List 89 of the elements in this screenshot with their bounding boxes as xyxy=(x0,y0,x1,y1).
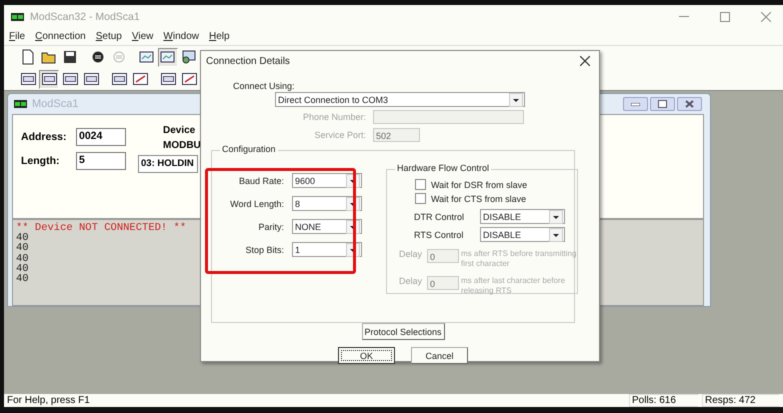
point-type-dropdown[interactable]: 03: HOLDIN xyxy=(138,155,198,173)
menu-item[interactable]: Connection xyxy=(30,28,91,45)
minimize-icon xyxy=(678,16,688,17)
polls-count: Polls: 616 xyxy=(629,394,699,407)
control-dropdown[interactable]: DISABLE xyxy=(480,209,565,224)
save-icon xyxy=(63,50,77,64)
maximize-button[interactable] xyxy=(650,97,675,111)
protocol-selections-button[interactable]: Protocol Selections xyxy=(362,323,444,340)
close-icon xyxy=(760,12,770,22)
checkbox-box[interactable] xyxy=(415,179,426,190)
service-port-label: Service Port: xyxy=(313,130,366,140)
data-line: 40 xyxy=(16,274,29,284)
length-field[interactable]: 5 xyxy=(76,152,126,170)
checkbox-label: Wait for CTS from slave xyxy=(431,194,526,204)
app-icon xyxy=(11,12,24,20)
register-icon xyxy=(182,73,196,85)
setting-dropdown[interactable]: 9600 xyxy=(292,173,362,188)
setting-dropdown[interactable]: NONE xyxy=(292,219,362,234)
maximize-icon xyxy=(720,12,730,22)
control-dropdown[interactable]: DISABLE xyxy=(480,227,565,242)
register-icon xyxy=(84,73,98,85)
minimize-icon xyxy=(631,102,640,106)
dialog-title: Connection Details xyxy=(206,56,290,66)
register-icon xyxy=(42,73,56,85)
menu-item[interactable]: Setup xyxy=(90,28,127,45)
menu-item[interactable]: View xyxy=(126,28,158,45)
menu-item[interactable]: File xyxy=(4,28,30,45)
group-title: Configuration xyxy=(220,144,278,154)
setting-dropdown[interactable]: 1 xyxy=(292,242,362,257)
phone-number-label: Phone Number: xyxy=(302,112,366,122)
register-icon xyxy=(20,73,36,85)
menu-item[interactable]: Window xyxy=(158,28,204,45)
control-label: DTR Control xyxy=(414,212,464,222)
setting-dropdown[interactable]: 8 xyxy=(292,196,362,211)
new-document-icon xyxy=(21,49,35,65)
delay-label: Delay xyxy=(399,276,423,286)
setting-label: Word Length: xyxy=(229,198,284,208)
connect-using-dropdown[interactable]: Direct Connection to COM3 xyxy=(275,92,525,107)
data-line: 40 xyxy=(16,254,29,264)
plug-icon xyxy=(112,50,126,64)
monitor-icon xyxy=(181,50,197,64)
toolbar-button[interactable] xyxy=(158,48,178,66)
status-text: For Help, press F1 xyxy=(7,395,91,406)
caret-icon xyxy=(509,92,523,106)
caret-icon xyxy=(549,228,563,242)
register-icon xyxy=(112,73,126,85)
setting-label: Parity: xyxy=(257,222,284,232)
checkbox[interactable]: Wait for DSR from slave xyxy=(415,178,577,191)
setting-label: Baud Rate: xyxy=(238,176,284,186)
connect-using-label: Connect Using: xyxy=(233,81,296,91)
display-icon xyxy=(139,50,155,64)
display-icon xyxy=(160,50,176,64)
protocol-text: MODBU xyxy=(162,140,201,151)
register-icon xyxy=(132,73,148,85)
plug-icon xyxy=(91,50,105,64)
responses-count: Resps: 472 xyxy=(702,394,780,407)
delay-label: Delay xyxy=(399,249,423,259)
register-icon xyxy=(62,73,78,85)
length-label: Length: xyxy=(21,155,60,167)
checkbox[interactable]: Wait for CTS from slave xyxy=(415,192,577,205)
address-label: Address: xyxy=(21,131,68,143)
device-label: Device xyxy=(162,125,196,136)
delay-note: ms after last character before releasing RTS xyxy=(461,276,566,296)
control-label: RTS Control xyxy=(414,230,464,240)
close-icon xyxy=(580,56,590,66)
open-folder-icon xyxy=(41,50,57,64)
window-title: ModScan32 - ModSca1 xyxy=(30,10,140,22)
checkbox-box[interactable] xyxy=(415,193,426,204)
window-title: ModSca1 xyxy=(32,98,78,110)
dialog-button[interactable]: OK xyxy=(338,347,395,364)
setting-label: Stop Bits: xyxy=(244,244,284,254)
app-icon xyxy=(14,100,27,108)
close-icon xyxy=(685,100,694,108)
register-icon xyxy=(160,73,176,85)
minimize-button[interactable] xyxy=(623,97,648,111)
checkbox-label: Wait for DSR from slave xyxy=(431,180,528,190)
error-message: ** Device NOT CONNECTED! ** xyxy=(16,223,186,234)
group-title: Hardware Flow Control xyxy=(395,163,492,173)
toolbar-button[interactable] xyxy=(39,70,59,88)
maximize-icon xyxy=(658,100,667,108)
caret-icon xyxy=(549,210,563,224)
data-line: 40 xyxy=(16,264,29,274)
address-field[interactable]: 0024 xyxy=(76,128,126,146)
data-line: 40 xyxy=(16,243,29,254)
menu-item[interactable]: Help xyxy=(204,28,235,45)
delay-note: ms after RTS before transmitting first character xyxy=(461,249,578,269)
data-line: 40 xyxy=(16,233,29,244)
close-button[interactable] xyxy=(677,97,702,111)
dialog-button[interactable]: Cancel xyxy=(411,347,468,364)
